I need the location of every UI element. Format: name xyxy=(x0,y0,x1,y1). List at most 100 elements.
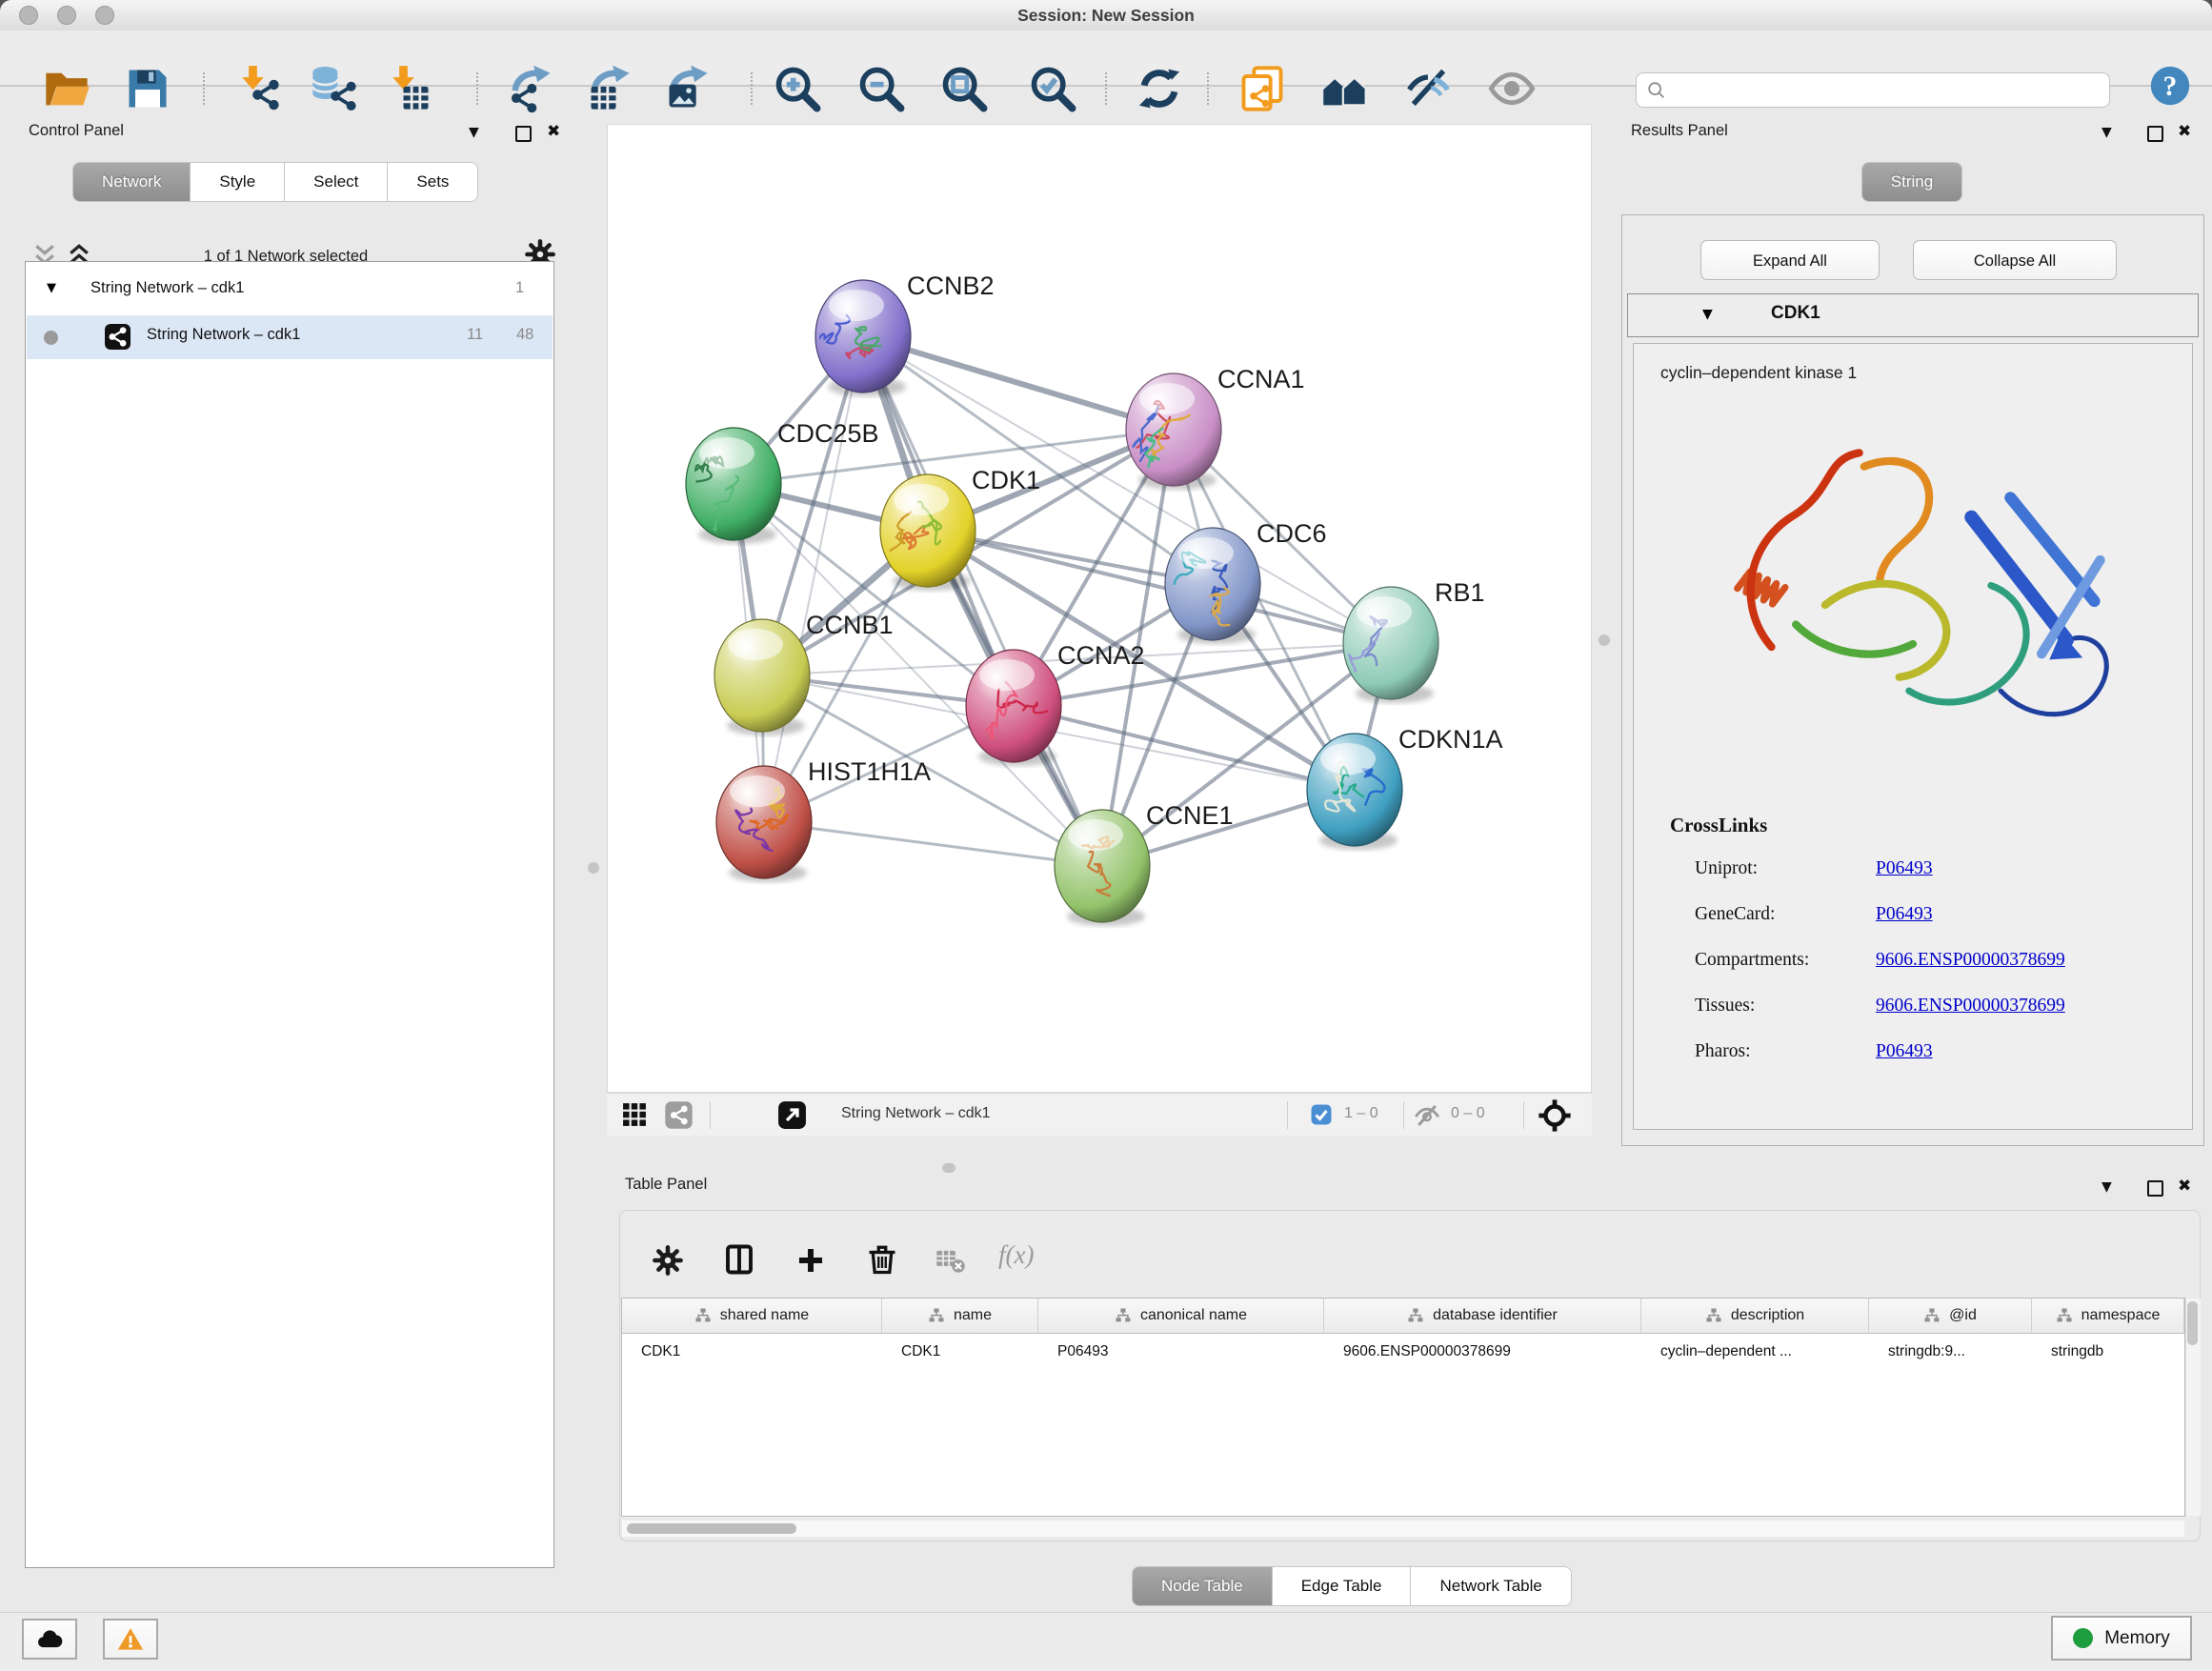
network-node-cdkn1a[interactable]: CDKN1A xyxy=(1307,725,1503,850)
network-edge[interactable] xyxy=(764,822,1102,866)
table-vertical-scrollbar-thumb[interactable] xyxy=(2187,1301,2198,1345)
network-node-cdc6[interactable]: CDC6 xyxy=(1165,519,1327,644)
network-node-cdk1[interactable]: CDK1 xyxy=(880,466,1040,591)
tab-sets[interactable]: Sets xyxy=(388,162,478,202)
create-column-plus-icon[interactable] xyxy=(794,1244,827,1277)
control-panel-float-icon[interactable] xyxy=(515,126,532,142)
show-columns-icon[interactable] xyxy=(722,1242,756,1277)
open-file-icon[interactable] xyxy=(42,64,91,113)
column-header-shared-name[interactable]: shared name xyxy=(622,1299,882,1334)
right-splitter-handle[interactable] xyxy=(1599,634,1610,646)
crosslink-link[interactable]: 9606.ENSP00000378699 xyxy=(1876,950,2065,971)
table-panel-menu-icon[interactable]: ▼ xyxy=(2101,1179,2112,1195)
zoom-out-icon[interactable] xyxy=(856,64,906,113)
tab-node-table[interactable]: Node Table xyxy=(1132,1566,1273,1606)
table-panel-close-icon[interactable]: ✖ xyxy=(2178,1177,2191,1196)
save-session-icon[interactable] xyxy=(123,64,172,113)
column-header-canonical-name[interactable]: canonical name xyxy=(1038,1299,1324,1334)
left-splitter-handle[interactable] xyxy=(588,862,599,874)
control-panel-close-icon[interactable]: ✖ xyxy=(547,122,560,141)
column-header-label: description xyxy=(1731,1307,1804,1324)
collection-collapse-icon[interactable]: ▼ xyxy=(47,281,56,295)
open-in-browser-icon[interactable] xyxy=(776,1099,808,1131)
network-node-hist1h1a[interactable]: HIST1H1A xyxy=(716,757,931,882)
collapse-all-button[interactable]: Collapse All xyxy=(1913,240,2117,280)
fit-selected-crosshair-icon[interactable] xyxy=(1537,1097,1573,1134)
search-box[interactable] xyxy=(1636,72,2110,108)
import-network-from-database-icon[interactable] xyxy=(309,64,358,113)
search-input[interactable] xyxy=(1675,81,2100,100)
network-collection-row[interactable]: ▼ String Network – cdk1 1 xyxy=(26,272,552,313)
results-panel-menu-icon[interactable]: ▼ xyxy=(2101,125,2112,140)
current-network-title: String Network – cdk1 xyxy=(841,1105,991,1122)
network-node-rb1[interactable]: RB1 xyxy=(1343,578,1485,703)
results-panel-float-icon[interactable] xyxy=(2147,126,2163,142)
protein-section-header[interactable]: ▼ CDK1 xyxy=(1627,293,2199,337)
table-panel-float-icon[interactable] xyxy=(2147,1180,2163,1197)
crosslink-row: Compartments:9606.ENSP00000378699 xyxy=(1695,950,2192,971)
table-horizontal-scrollbar xyxy=(622,1520,2184,1537)
toolbar-separator xyxy=(751,72,753,105)
column-header-description[interactable]: description xyxy=(1641,1299,1869,1334)
column-header-id[interactable]: @id xyxy=(1869,1299,2032,1334)
crosslink-label: Tissues: xyxy=(1695,996,1876,1017)
protein-collapse-icon[interactable]: ▼ xyxy=(1702,307,1713,322)
delete-column-trash-icon[interactable] xyxy=(865,1242,899,1277)
selected-checkbox-icon[interactable] xyxy=(1310,1103,1333,1126)
fit-content-icon[interactable] xyxy=(939,64,989,113)
network-edge[interactable] xyxy=(863,336,1102,866)
crosslink-link[interactable]: P06493 xyxy=(1876,1041,1933,1062)
tab-style[interactable]: Style xyxy=(191,162,285,202)
crosslink-link[interactable]: P06493 xyxy=(1876,904,1933,925)
tab-select[interactable]: Select xyxy=(285,162,388,202)
first-neighbors-icon[interactable] xyxy=(1320,64,1370,113)
zoom-in-icon[interactable] xyxy=(773,64,822,113)
tab-network[interactable]: Network xyxy=(72,162,191,202)
control-panel-menu-icon[interactable]: ▼ xyxy=(469,125,479,140)
network-overview-icon[interactable] xyxy=(664,1100,694,1130)
column-header-database-identifier[interactable]: database identifier xyxy=(1324,1299,1641,1334)
node-label: CDC25B xyxy=(777,419,879,448)
help-button[interactable]: ? xyxy=(2149,65,2191,107)
refresh-view-icon[interactable] xyxy=(1135,64,1184,113)
column-header-label: shared name xyxy=(720,1307,809,1324)
network-node-ccnb2[interactable]: CCNB2 xyxy=(801,272,995,396)
hide-selected-icon[interactable] xyxy=(1404,64,1454,113)
column-header-label: @id xyxy=(1949,1307,1977,1324)
duplicate-network-icon[interactable] xyxy=(1237,64,1287,113)
main-toolbar: ? xyxy=(0,30,2212,87)
warnings-button[interactable] xyxy=(103,1619,158,1660)
table-options-gear-icon[interactable] xyxy=(652,1244,684,1277)
expand-all-button[interactable]: Expand All xyxy=(1700,240,1880,280)
network-edge[interactable] xyxy=(764,336,863,822)
network-canvas[interactable]: CCNB2CCNA1CDC25BCDK1CDC6RB1CCNB1CCNA2CDK… xyxy=(607,124,1592,1093)
results-panel-close-icon[interactable]: ✖ xyxy=(2178,122,2191,141)
crosslink-link[interactable]: P06493 xyxy=(1876,858,1933,879)
export-table-icon[interactable] xyxy=(585,64,634,113)
column-header-namespace[interactable]: namespace xyxy=(2032,1299,2184,1334)
results-panel-title: Results Panel xyxy=(1631,122,1728,140)
tab-edge-table[interactable]: Edge Table xyxy=(1273,1566,1412,1606)
node-label: CCNB1 xyxy=(806,611,894,639)
tab-string[interactable]: String xyxy=(1861,162,1962,202)
toolbar-separator xyxy=(476,72,478,105)
export-image-icon[interactable] xyxy=(663,64,713,113)
network-node-cdc25b[interactable]: CDC25B xyxy=(686,419,879,544)
network-edges xyxy=(734,336,1391,866)
zoom-selected-icon[interactable] xyxy=(1028,64,1077,113)
bottom-splitter-handle[interactable] xyxy=(942,1163,955,1173)
memory-button[interactable]: Memory xyxy=(2051,1616,2192,1661)
show-graphics-details-icon[interactable] xyxy=(1487,64,1537,113)
birdseye-grid-icon[interactable] xyxy=(622,1102,647,1127)
import-network-from-file-icon[interactable] xyxy=(234,64,284,113)
cloud-icon xyxy=(35,1625,64,1654)
network-row-selected[interactable]: String Network – cdk1 11 48 xyxy=(27,315,553,359)
network-node-ccne1[interactable]: CCNE1 xyxy=(1055,801,1234,926)
tab-network-table[interactable]: Network Table xyxy=(1411,1566,1571,1606)
table-horizontal-scrollbar-thumb[interactable] xyxy=(627,1523,796,1534)
column-header-name[interactable]: name xyxy=(882,1299,1038,1334)
import-table-from-file-icon[interactable] xyxy=(385,64,434,113)
crosslink-link[interactable]: 9606.ENSP00000378699 xyxy=(1876,996,2065,1017)
export-network-icon[interactable] xyxy=(506,64,555,113)
cloud-button[interactable] xyxy=(22,1619,77,1660)
